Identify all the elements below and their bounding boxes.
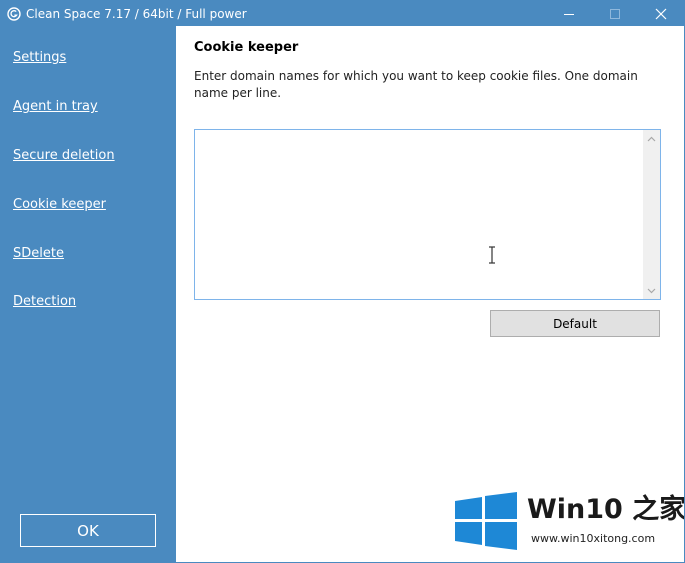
sidebar-item-secure-deletion[interactable]: Secure deletion	[13, 148, 115, 163]
minimize-icon	[564, 13, 574, 15]
clean-space-app-icon	[7, 6, 21, 21]
default-button[interactable]: Default	[490, 310, 660, 337]
scroll-down-button[interactable]	[643, 282, 660, 299]
close-button[interactable]	[638, 1, 684, 26]
page-title: Cookie keeper	[194, 40, 299, 55]
sidebar-item-agent-in-tray[interactable]: Agent in tray	[13, 99, 98, 114]
domain-list-input[interactable]	[194, 129, 661, 300]
chevron-down-icon	[647, 288, 656, 293]
watermark-url: www.win10xitong.com	[531, 532, 656, 545]
windows-logo-icon	[455, 492, 517, 550]
watermark-brand: Win10 之家	[527, 494, 685, 525]
title-bar[interactable]: Clean Space 7.17 / 64bit / Full power	[1, 1, 684, 26]
text-cursor-icon	[489, 246, 495, 264]
description-text: Enter domain names for which you want to…	[194, 69, 638, 100]
maximize-button[interactable]	[592, 1, 638, 26]
chevron-up-icon	[647, 136, 656, 141]
sidebar-item-sdelete[interactable]: SDelete	[13, 246, 64, 261]
sidebar-item-detection[interactable]: Detection	[13, 294, 76, 309]
ok-button[interactable]: OK	[20, 514, 156, 547]
maximize-icon	[610, 8, 620, 19]
sidebar: Settings Agent in tray Secure deletion C…	[1, 26, 176, 562]
sidebar-item-cookie-keeper[interactable]: Cookie keeper	[13, 197, 106, 212]
sidebar-item-settings[interactable]: Settings	[13, 50, 66, 65]
window-title: Clean Space 7.17 / 64bit / Full power	[26, 7, 247, 21]
watermark: Win10 之家 www.win10xitong.com	[453, 490, 684, 554]
minimize-button[interactable]	[546, 1, 592, 26]
close-icon	[655, 8, 667, 19]
scroll-up-button[interactable]	[643, 130, 660, 147]
window-controls	[546, 1, 684, 26]
vertical-scrollbar[interactable]	[643, 130, 660, 299]
main-panel: Cookie keeper Enter domain names for whi…	[176, 26, 684, 562]
app-window: Clean Space 7.17 / 64bit / Full power Se…	[0, 0, 685, 563]
